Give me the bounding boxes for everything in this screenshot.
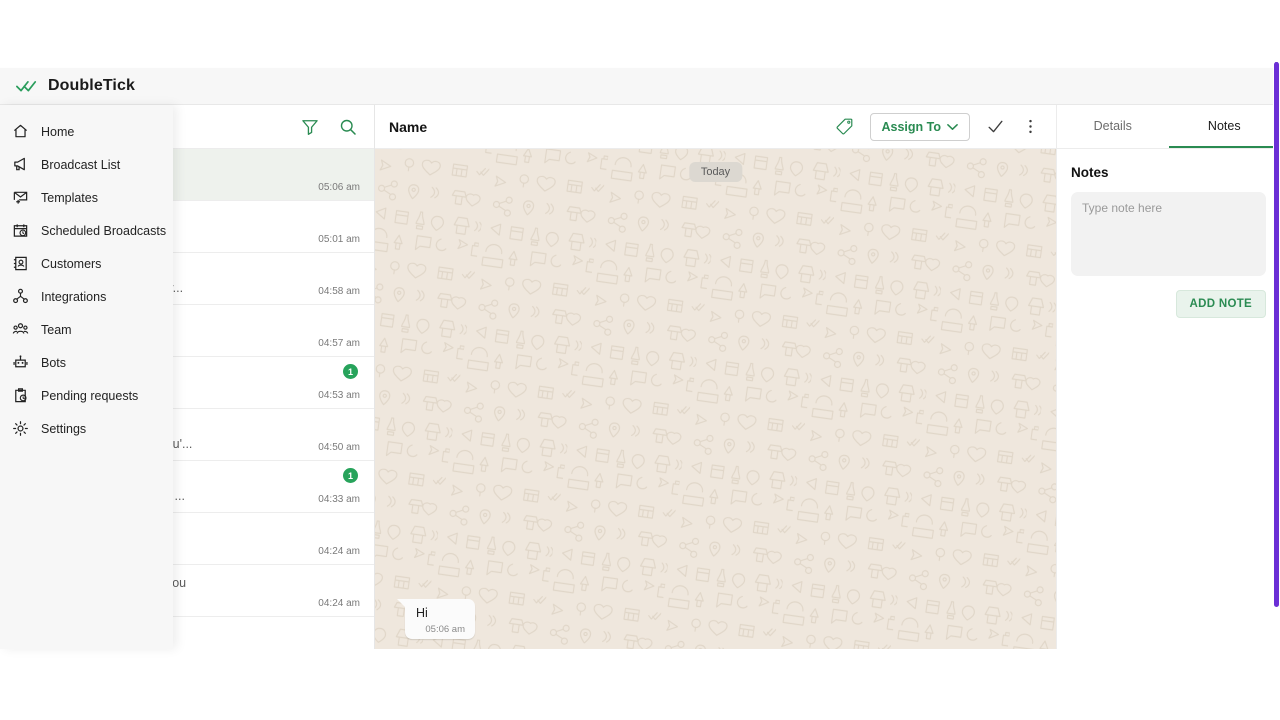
- envelope-plus-icon: [13, 191, 28, 204]
- contact-name: Name: [389, 118, 428, 135]
- notes-heading: Notes: [1071, 165, 1109, 180]
- home-icon: [13, 124, 28, 138]
- brand-logo[interactable]: DoubleTick: [16, 77, 135, 95]
- sidebar-item-broadcast-list[interactable]: Broadcast List: [0, 148, 173, 181]
- chat-item-time: 04:24 am: [318, 546, 360, 557]
- message-canvas: Today Hi 05:06 am: [375, 149, 1056, 649]
- chat-item-time: 04:57 am: [318, 338, 360, 349]
- sidebar-item-label: Templates: [41, 190, 98, 205]
- right-panel-tabs: Details Notes: [1057, 105, 1280, 149]
- sidebar-item-label: Broadcast List: [41, 157, 121, 172]
- megaphone-icon: [14, 157, 25, 171]
- sidebar-item-label: Settings: [41, 421, 87, 436]
- notes-section: Notes Type note here ADD NOTE: [1057, 149, 1280, 318]
- contacts-book-icon: [13, 256, 27, 271]
- sidebar-item-pending-requests[interactable]: Pending requests: [0, 379, 173, 412]
- brand-name: DoubleTick: [48, 77, 135, 94]
- day-divider: Today: [688, 162, 743, 182]
- integrations-nodes-icon: [13, 288, 28, 304]
- add-note-row: ADD NOTE: [1071, 290, 1266, 318]
- chat-item-time: 04:58 am: [318, 286, 360, 297]
- conversation-header: Name Assign To: [375, 105, 1056, 149]
- right-panel: Details Notes Notes Type note here ADD N…: [1056, 105, 1280, 649]
- unread-badge: 1: [343, 468, 358, 483]
- page-scrollbar-track[interactable]: [1273, 0, 1280, 720]
- assign-to-button[interactable]: Assign To: [869, 112, 970, 141]
- clipboard-clock-icon: [15, 388, 27, 403]
- sidebar-item-team[interactable]: Team: [0, 313, 173, 346]
- search-icon[interactable]: [338, 117, 358, 137]
- note-input[interactable]: Type note here: [1071, 192, 1266, 276]
- sidebar-item-label: Home: [41, 124, 75, 139]
- message-time: 05:06 am: [425, 624, 465, 635]
- sidebar-item-settings[interactable]: Settings: [0, 412, 173, 445]
- sidebar-item-customers[interactable]: Customers: [0, 247, 173, 280]
- robot-icon: [13, 355, 28, 368]
- check-icon[interactable]: [986, 117, 1005, 136]
- chat-item-time: 05:06 am: [318, 182, 360, 193]
- sidebar-item-label: Team: [41, 322, 72, 337]
- gear-icon: [13, 421, 28, 436]
- chat-item-time: 04:33 am: [318, 494, 360, 505]
- sidebar-item-label: Scheduled Broadcasts: [41, 223, 167, 238]
- chat-wallpaper-pattern: [375, 149, 1056, 649]
- message-text: Hi: [416, 606, 428, 620]
- chat-item-time: 04:24 am: [318, 598, 360, 609]
- sidebar-item-bots[interactable]: Bots: [0, 346, 173, 379]
- team-people-icon: [12, 323, 29, 334]
- page-top-whitespace: [0, 0, 1280, 68]
- app-header: DoubleTick: [0, 68, 1280, 105]
- conversation-actions: Assign To: [835, 112, 1041, 141]
- unread-badge: 1: [343, 364, 358, 379]
- page-scrollbar-thumb[interactable]: [1274, 62, 1279, 607]
- message-bubble: Hi 05:06 am: [397, 599, 475, 639]
- chevron-down-icon: [947, 123, 958, 130]
- tab-details[interactable]: Details: [1057, 105, 1169, 148]
- calendar-clock-icon: [13, 224, 28, 237]
- chat-item-time: 05:01 am: [318, 234, 360, 245]
- more-vertical-icon[interactable]: [1021, 117, 1040, 136]
- assign-to-label: Assign To: [881, 119, 942, 134]
- sidebar-item-label: Bots: [41, 355, 67, 370]
- sidebar-item-label: Pending requests: [41, 388, 139, 403]
- sidebar-nav: Home Broadcast List Templates Scheduled Bro…: [0, 105, 173, 649]
- conversation-column: Name Assign To Today Hi 05:06 am: [375, 105, 1056, 649]
- add-note-button[interactable]: ADD NOTE: [1175, 290, 1266, 318]
- tag-icon[interactable]: [835, 117, 854, 136]
- sidebar-item-home[interactable]: Home: [0, 115, 173, 148]
- sidebar-item-scheduled-broadcasts[interactable]: Scheduled Broadcasts: [0, 214, 173, 247]
- sidebar-item-label: Integrations: [41, 289, 107, 304]
- chat-item-time: 04:50 am: [318, 442, 360, 453]
- sidebar-item-templates[interactable]: Templates: [0, 181, 173, 214]
- filter-funnel-icon[interactable]: [300, 117, 320, 137]
- chat-item-time: 04:53 am: [318, 390, 360, 401]
- double-check-icon: [16, 81, 37, 92]
- sidebar-item-label: Customers: [41, 256, 102, 271]
- app-root: DoubleTick 05:06 amlenzuela05:01 amnneha…: [0, 0, 1280, 720]
- sidebar-item-integrations[interactable]: Integrations: [0, 280, 173, 313]
- tab-notes[interactable]: Notes: [1168, 105, 1280, 148]
